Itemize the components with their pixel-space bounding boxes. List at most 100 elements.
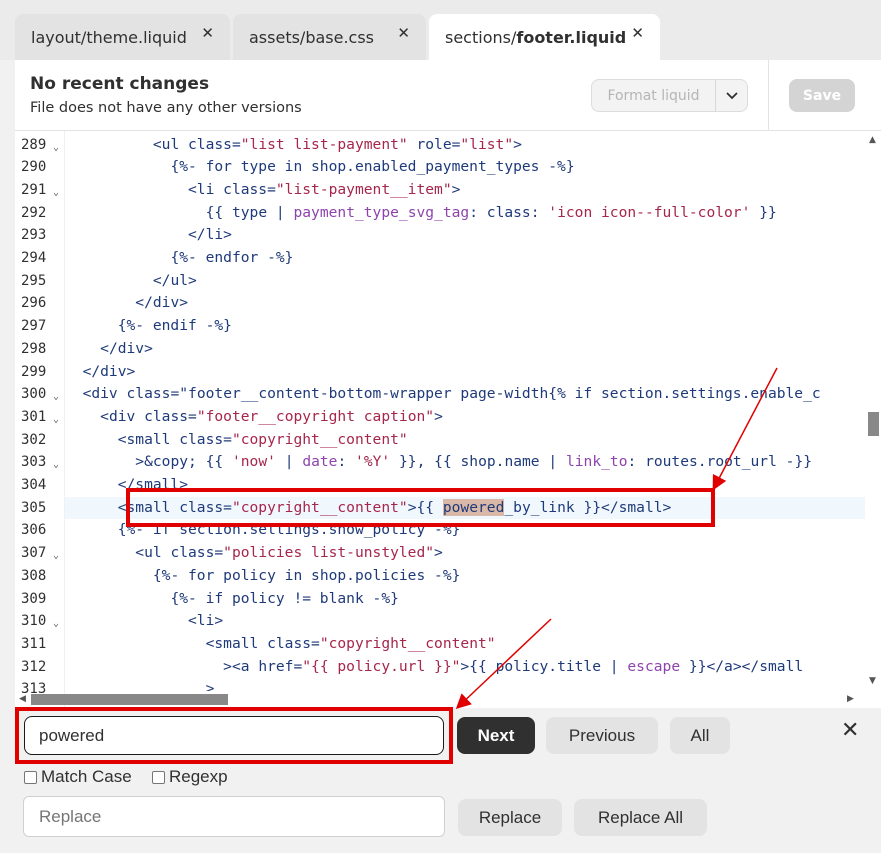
horizontal-scrollbar[interactable]: ◀ ▶ <box>15 691 865 708</box>
code-line[interactable]: </li> <box>65 224 232 247</box>
code-line[interactable]: <li class="list-payment__item"> <box>65 179 460 202</box>
code-line[interactable]: <li> <box>65 610 223 633</box>
vertical-scrollbar[interactable]: ▲ ▼ <box>865 131 881 691</box>
code-line[interactable]: <small class="copyright__content" <box>65 429 408 452</box>
code-line[interactable]: {%- if section.settings.show_policy -%} <box>65 519 461 542</box>
search-input[interactable] <box>24 716 444 755</box>
file-header: No recent changes File does not have any… <box>15 60 881 131</box>
code-line[interactable]: ><a href="{{ policy.url }}">{{ policy.ti… <box>65 656 803 679</box>
line-number: 291 ⌄ <box>15 179 65 202</box>
regexp-option[interactable]: Regexp <box>152 767 228 787</box>
code-line[interactable]: </ul> <box>65 270 197 293</box>
line-number: 305 <box>15 497 65 520</box>
version-title: No recent changes <box>30 74 210 94</box>
line-number-text: 299 <box>21 363 47 380</box>
previous-button[interactable]: Previous <box>546 717 658 754</box>
line-number-text: 307 <box>21 545 47 562</box>
tab-label: assets/base.css <box>249 27 375 47</box>
line-number-text: 290 <box>21 159 47 176</box>
line-number-text: 294 <box>21 250 47 266</box>
scrollbar-thumb[interactable] <box>31 694 228 705</box>
tab-base-css[interactable]: assets/base.css ✕ <box>233 14 426 60</box>
replace-button[interactable]: Replace <box>458 799 562 836</box>
code-line[interactable]: </div> <box>65 338 153 361</box>
line-number-text: 311 <box>21 635 47 652</box>
code-line[interactable]: {{ type | payment_type_svg_tag: class: '… <box>65 202 777 225</box>
scroll-up-icon[interactable]: ▲ <box>869 135 876 145</box>
line-number-text: 312 <box>21 658 47 675</box>
scroll-left-icon[interactable]: ◀ <box>19 694 26 704</box>
line-number-text: 310 <box>21 613 47 630</box>
code-line[interactable]: <small class="copyright__content" <box>65 633 496 656</box>
code-line[interactable]: </div> <box>65 292 188 315</box>
code-line[interactable]: <ul class="policies list-unstyled"> <box>65 542 443 565</box>
line-number: 312 <box>15 656 65 679</box>
tab-theme-liquid[interactable]: layout/theme.liquid ✕ <box>15 14 230 60</box>
chevron-down-icon[interactable] <box>716 91 747 100</box>
line-number-text: 304 <box>21 477 47 493</box>
line-number: 308 <box>15 565 65 588</box>
line-number-text: 308 <box>21 567 47 584</box>
line-number-text: 303 <box>21 454 47 471</box>
code-line[interactable]: {%- for type in shop.enabled_payment_typ… <box>65 156 574 179</box>
code-line[interactable]: {%- endif -%} <box>65 315 232 338</box>
line-number: 311 <box>15 633 65 656</box>
close-icon[interactable]: ✕ <box>631 24 644 42</box>
code-line[interactable]: <ul class="list list-payment" role="list… <box>65 134 522 157</box>
scrollbar-thumb[interactable] <box>868 412 879 436</box>
line-number: 301 ⌄ <box>15 406 65 429</box>
close-icon[interactable]: ✕ <box>201 24 214 42</box>
line-number: 299 <box>15 361 65 384</box>
line-number-text: 309 <box>21 590 47 607</box>
code-line[interactable]: </small> <box>65 474 188 497</box>
line-number-text: 292 <box>21 204 47 221</box>
code-line[interactable]: >&copy; {{ 'now' | date: '%Y' }}, {{ sho… <box>65 451 812 474</box>
version-subtitle: File does not have any other versions <box>30 100 302 116</box>
code-line[interactable]: {%- if policy != blank -%} <box>65 588 398 611</box>
line-number: 309 <box>15 588 65 611</box>
replace-input[interactable] <box>23 796 445 837</box>
line-number-text: 293 <box>21 227 47 244</box>
regexp-label: Regexp <box>169 767 228 786</box>
code-line[interactable]: <small class="copyright__content">{{ pow… <box>65 496 865 520</box>
line-gutter: 289 ⌄ 290 291 ⌄ 292 293 294 295 296 297 298 299 300 ⌄ 3… <box>15 131 65 708</box>
regexp-checkbox[interactable] <box>152 770 165 784</box>
tab-label: sections/footer.liquid <box>445 28 626 47</box>
tab-label-prefix: sections/ <box>445 27 517 47</box>
line-number-text: 298 <box>21 340 47 357</box>
line-number: 298 <box>15 338 65 361</box>
search-match: powered <box>442 498 505 516</box>
all-button[interactable]: All <box>670 717 730 754</box>
scroll-right-icon[interactable]: ▶ <box>847 694 854 704</box>
code-editor[interactable]: 289 ⌄ 290 291 ⌄ 292 293 294 295 296 297 298 299 300 ⌄ 3… <box>15 131 881 708</box>
line-number: 304 <box>15 474 65 497</box>
close-icon[interactable]: ✕ <box>841 718 859 743</box>
code-line[interactable]: {%- for policy in shop.policies -%} <box>65 565 461 588</box>
tab-bar: layout/theme.liquid ✕ assets/base.css ✕ … <box>0 0 881 60</box>
line-number: 297 <box>15 315 65 338</box>
line-number-text: 296 <box>21 295 47 312</box>
scroll-down-icon[interactable]: ▼ <box>869 676 876 686</box>
match-case-label: Match Case <box>41 767 132 786</box>
match-case-checkbox[interactable] <box>24 770 37 784</box>
next-button[interactable]: Next <box>457 717 535 754</box>
replace-all-button[interactable]: Replace All <box>574 799 707 836</box>
code-line[interactable]: > <box>65 678 215 691</box>
code-line[interactable]: {%- endfor -%} <box>65 247 293 270</box>
format-liquid-button[interactable]: Format liquid <box>591 79 748 112</box>
code-content[interactable]: <ul class="list list-payment" role="list… <box>65 131 881 691</box>
match-case-option[interactable]: Match Case <box>24 767 132 787</box>
line-number-text: 300 <box>21 386 47 403</box>
line-number-text: 295 <box>21 272 47 289</box>
line-number: 306 <box>15 519 65 542</box>
close-icon[interactable]: ✕ <box>397 24 410 42</box>
line-number: 310 ⌄ <box>15 610 65 633</box>
line-number: 300 ⌄ <box>15 383 65 406</box>
code-line[interactable]: <div class="footer__content-bottom-wrapp… <box>65 383 821 406</box>
code-line[interactable]: </div> <box>65 361 136 384</box>
line-number: 302 <box>15 429 65 452</box>
code-line[interactable]: <div class="footer__copyright caption"> <box>65 406 443 429</box>
tab-footer-liquid[interactable]: sections/footer.liquid ✕ <box>429 14 660 60</box>
save-button[interactable]: Save <box>789 79 855 112</box>
line-number: 307 ⌄ <box>15 542 65 565</box>
